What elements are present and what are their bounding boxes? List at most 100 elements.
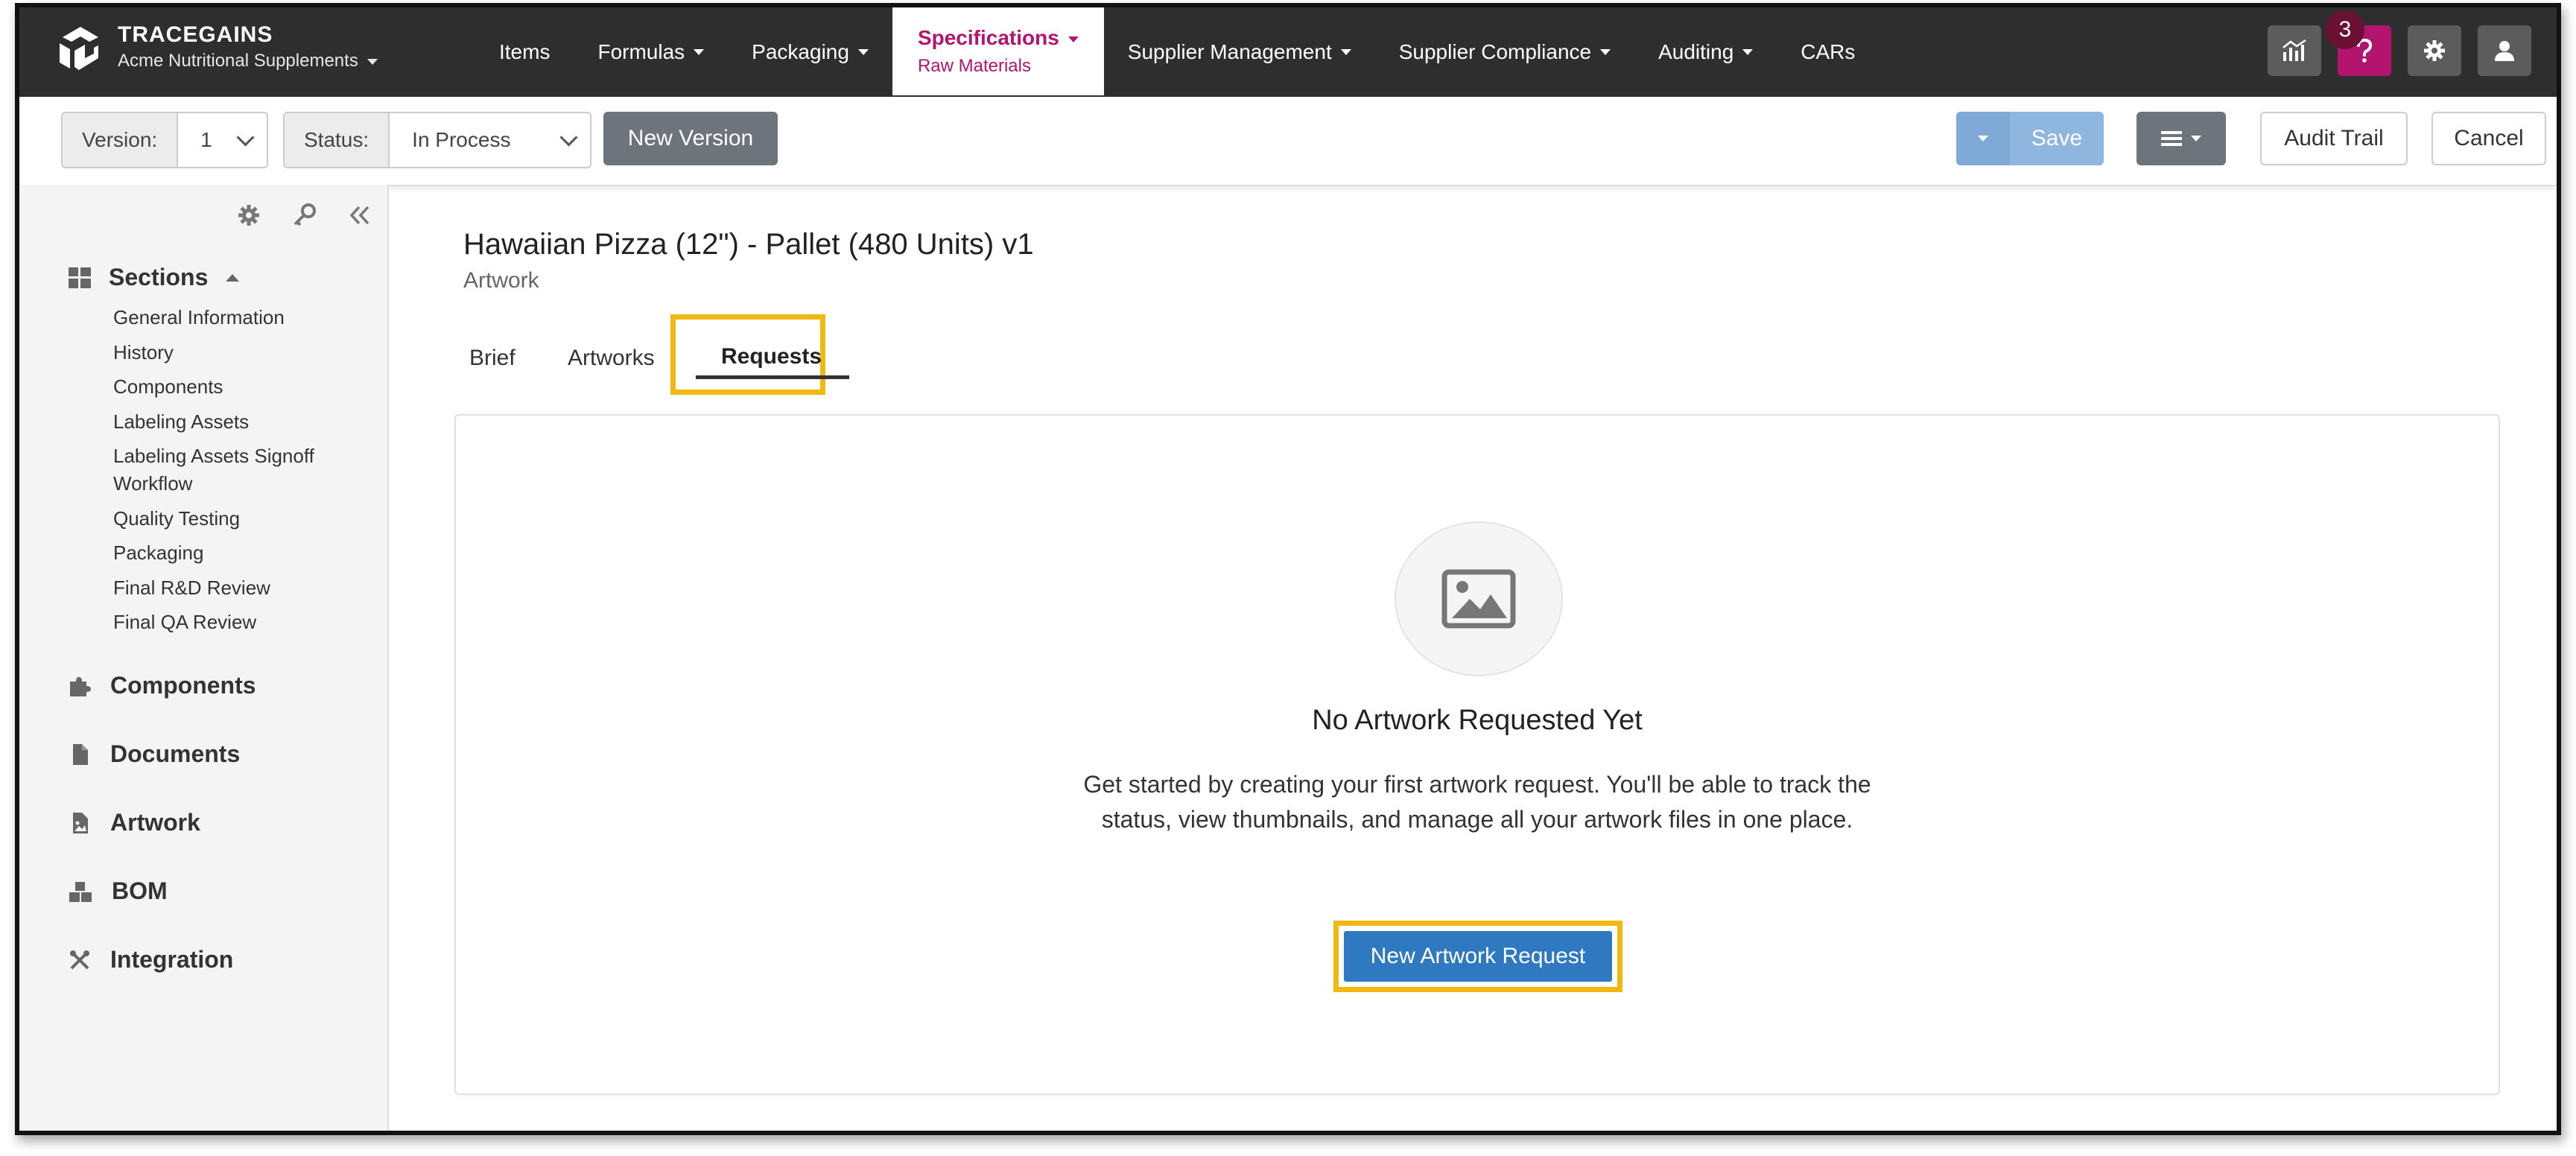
nav-icon-group: 3 (2268, 10, 2531, 76)
sidebar-tools (237, 203, 371, 228)
sidebar-item-integration[interactable]: Integration (69, 946, 233, 974)
section-link-general-information[interactable]: General Information (113, 304, 374, 331)
section-link-final-rd-review[interactable]: Final R&D Review (113, 574, 374, 602)
help-button[interactable]: 3 (2326, 10, 2391, 76)
empty-state-title: No Artwork Requested Yet (1312, 705, 1643, 736)
boxes-icon (69, 881, 92, 902)
sidebar-item-artwork[interactable]: Artwork (69, 809, 200, 836)
section-link-labeling-assets-signoff-workflow[interactable]: Labeling Assets Signoff Workflow (113, 442, 374, 498)
empty-state-description: Get started by creating your first artwo… (1083, 771, 1871, 833)
chevron-down-icon (236, 127, 255, 147)
nav-items[interactable]: Items (475, 7, 574, 97)
gear-icon (2424, 40, 2445, 61)
section-link-history[interactable]: History (113, 339, 374, 366)
nav-auditing[interactable]: Auditing (1634, 7, 1777, 97)
caret-down-icon (1742, 49, 1754, 55)
section-link-quality-testing[interactable]: Quality Testing (113, 505, 374, 533)
nav-sub-label: Raw Materials (917, 56, 1031, 76)
save-options-toggle[interactable] (1956, 112, 2010, 165)
tab-requests[interactable]: Requests (721, 344, 822, 369)
user-menu-button[interactable] (2478, 25, 2531, 76)
nav-supplier-management[interactable]: Supplier Management (1104, 7, 1375, 97)
version-label: Version: (63, 113, 179, 167)
hamburger-menu-icon (2161, 131, 2182, 146)
sidebar-item-label: BOM (112, 877, 168, 904)
user-icon (2495, 41, 2514, 61)
nav-label: CARs (1801, 40, 1856, 63)
audit-trail-button[interactable]: Audit Trail (2260, 112, 2408, 165)
tab-artworks[interactable]: Artworks (568, 346, 655, 371)
save-button[interactable]: Save (2010, 126, 2104, 151)
version-value: 1 (200, 128, 212, 151)
image-file-icon (73, 812, 88, 833)
tab-brief[interactable]: Brief (469, 346, 515, 371)
active-tab-underline (696, 375, 849, 379)
save-button-group[interactable]: Save (1956, 112, 2104, 165)
caret-down-icon (1340, 49, 1351, 55)
sidebar-item-documents[interactable]: Documents (69, 740, 240, 768)
sections-list: General Information History Components L… (113, 304, 374, 644)
nav-label: Supplier Compliance (1398, 40, 1592, 63)
status-selector[interactable]: Status: In Process (283, 112, 591, 168)
document-icon (73, 743, 88, 765)
sidebar-item-bom[interactable]: BOM (69, 877, 168, 905)
version-selector[interactable]: Version: 1 (61, 112, 268, 168)
nav-supplier-compliance[interactable]: Supplier Compliance (1375, 7, 1634, 97)
new-version-button[interactable]: New Version (603, 112, 778, 165)
section-link-components[interactable]: Components (113, 373, 374, 401)
company-switcher[interactable]: Acme Nutritional Supplements (118, 48, 378, 74)
sidebar: Sections General Information History Com… (19, 185, 389, 1131)
analytics-button[interactable] (2268, 25, 2321, 76)
nav-label: Auditing (1658, 40, 1734, 63)
sidebar-item-components[interactable]: Components (69, 672, 256, 699)
caret-down-icon (1067, 36, 1079, 42)
spec-toolbar: Version: 1 Status: In Process New Versio… (19, 97, 2557, 186)
requests-panel (454, 414, 2500, 1095)
status-label: Status: (285, 113, 390, 167)
tools-icon (70, 950, 89, 969)
cancel-button[interactable]: Cancel (2431, 112, 2546, 165)
gear-icon[interactable] (237, 203, 261, 227)
nav-packaging[interactable]: Packaging (728, 7, 892, 97)
nav-cars[interactable]: CARs (1777, 7, 1879, 97)
image-icon (1441, 569, 1516, 629)
caret-down-icon (1600, 49, 1611, 55)
sidebar-item-label: Components (110, 672, 256, 699)
page-subtitle: Artwork (463, 268, 539, 293)
puzzle-icon (70, 676, 91, 696)
section-link-labeling-assets[interactable]: Labeling Assets (113, 408, 374, 436)
caret-down-icon (694, 49, 705, 55)
sidebar-item-label: Documents (110, 740, 241, 767)
brand-name: TRACEGAINS (118, 22, 273, 47)
chart-icon (2282, 39, 2306, 61)
nav-label: Items (499, 40, 551, 63)
caret-down-icon (857, 49, 869, 55)
tracegains-logo-icon (60, 27, 98, 70)
more-actions-button[interactable] (2136, 112, 2226, 165)
key-icon[interactable] (292, 203, 317, 228)
section-link-final-qa-review[interactable]: Final QA Review (113, 609, 374, 636)
nav-label: Supplier Management (1127, 40, 1332, 63)
empty-state-illustration (1395, 521, 1563, 676)
nav-formulas[interactable]: Formulas (574, 7, 728, 97)
app-window: TRACEGAINS Acme Nutritional Supplements … (15, 3, 2561, 1135)
nav-specifications[interactable]: Specifications Raw Materials (892, 7, 1104, 95)
grid-icon (69, 267, 91, 288)
caret-down-icon (367, 58, 378, 65)
settings-button[interactable] (2408, 25, 2461, 76)
sidebar-item-label: Artwork (110, 809, 200, 836)
status-value: In Process (412, 128, 511, 151)
main-nav: Items Formulas Packaging Specifications … (475, 7, 1879, 97)
page-title: Hawaiian Pizza (12") - Pallet (480 Units… (463, 228, 1034, 261)
sections-label: Sections (109, 264, 209, 290)
nav-label: Specifications (917, 26, 1059, 49)
status-select[interactable]: In Process (390, 113, 590, 167)
section-link-packaging[interactable]: Packaging (113, 539, 374, 567)
collapse-sidebar-icon[interactable] (349, 204, 371, 226)
new-artwork-request-button[interactable]: New Artwork Request (1344, 931, 1612, 982)
sidebar-item-label: Integration (110, 946, 234, 973)
brand[interactable]: TRACEGAINS Acme Nutritional Supplements (55, 21, 378, 74)
company-name: Acme Nutritional Supplements (118, 51, 358, 71)
sections-toggle[interactable]: Sections (69, 264, 240, 291)
version-select[interactable]: 1 (178, 113, 267, 167)
